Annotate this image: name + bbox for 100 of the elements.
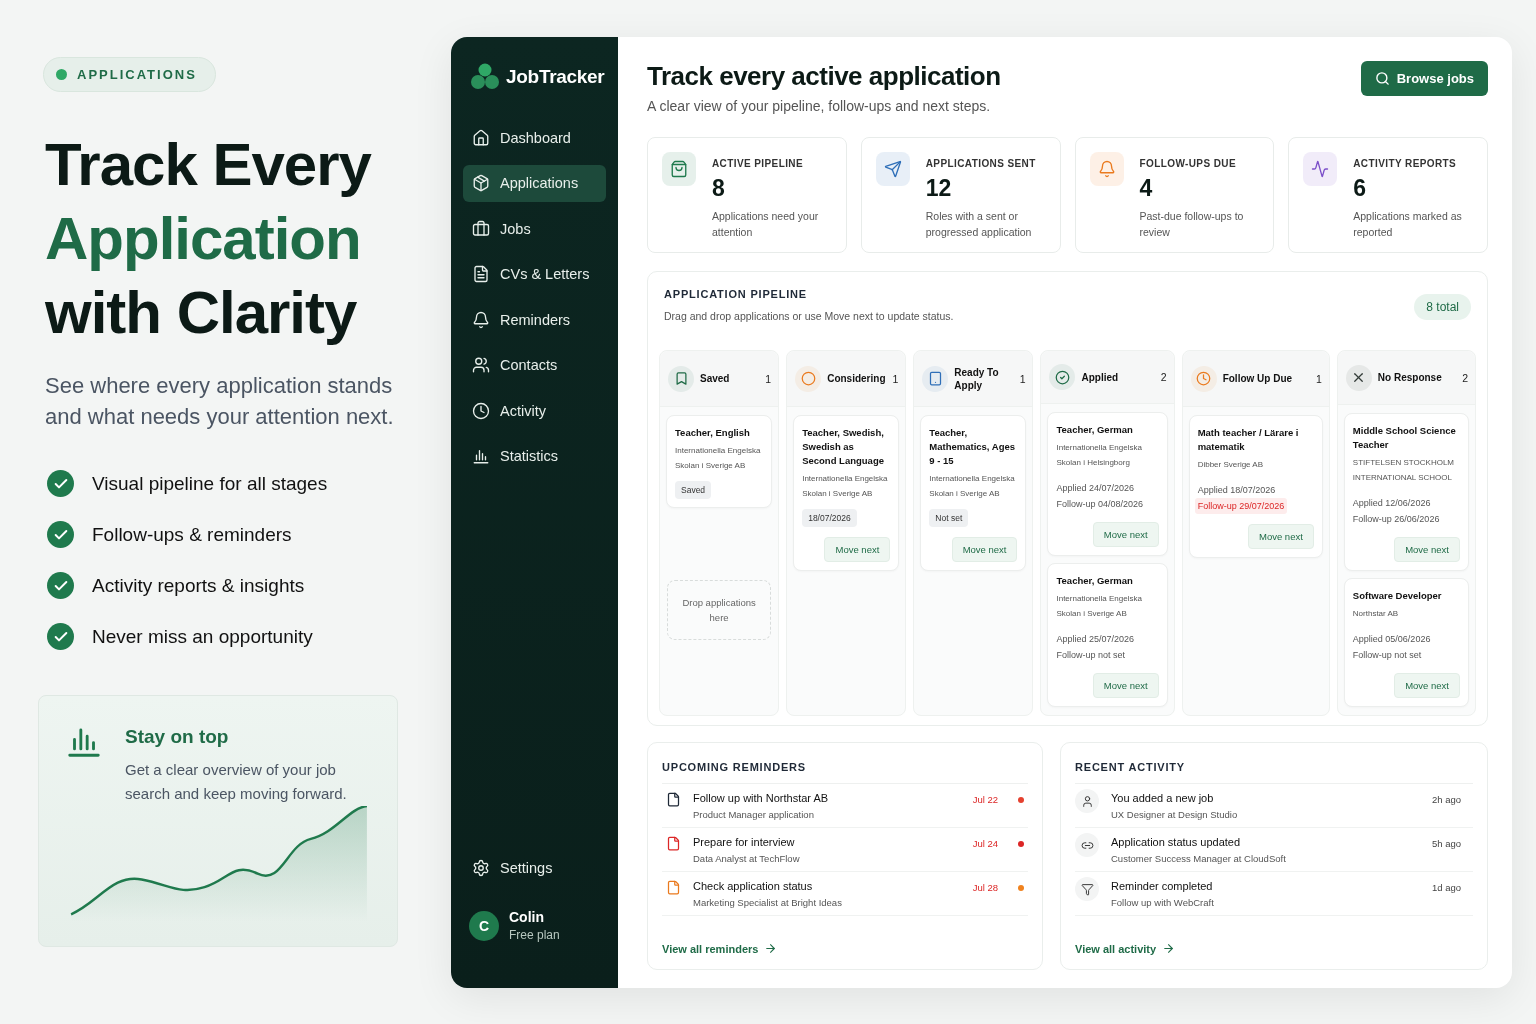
application-card[interactable]: Middle School Science Teacher STIFTELSEN STOCKHOLM INTERNATIONAL SCHOOL Applied 12/06/2026 Follow-up 26/06/2026 Move next [1343, 413, 1469, 571]
feature-text: Visual pipeline for all stages [92, 472, 328, 495]
package-icon [472, 174, 490, 192]
job-title: Teacher, German [1056, 574, 1133, 588]
home-icon [472, 128, 490, 147]
company-name: Internationella Engelska Skolan i Sverige AB [675, 445, 762, 472]
browse-jobs-button[interactable]: Browse jobs [1360, 61, 1488, 96]
move-next-button[interactable]: Move next [1394, 537, 1460, 562]
activity-subtitle: UX Designer at Design Studio [1111, 809, 1239, 820]
follow-up-date: Follow-up 04/08/2026 [1055, 498, 1145, 511]
reminder-subtitle: Product Manager application [693, 809, 815, 820]
activity-subtitle: Follow up with WebCraft [1111, 897, 1215, 908]
logo-icon [470, 62, 500, 92]
application-card[interactable]: Software Developer Northstar AB Applied 05/06/2026 Follow-up not set Move next [1343, 578, 1469, 707]
nav-item[interactable]: Dashboard [463, 119, 606, 156]
column-count: 2 [1462, 371, 1468, 384]
application-card[interactable]: Teacher, Mathematics, Ages 9 - 15 Internationella Engelska Skolan i Sverige AB Not set Move next [920, 415, 1027, 571]
job-title: Middle School Science Teacher [1352, 424, 1457, 452]
applied-date: Applied 12/06/2026 [1352, 497, 1431, 510]
person-icon [1080, 794, 1094, 808]
callout-text: Get a clear overview of your job search and keep moving forward. [125, 760, 348, 804]
section-badge: APPLICATIONS [43, 57, 216, 92]
hero-headline: Track Every Application with Clarity [45, 130, 371, 348]
bar-chart-icon [472, 447, 490, 465]
application-card[interactable]: Teacher, English Internationella Engelska Skolan i Sverige AB Saved [666, 415, 773, 508]
check-icon [47, 470, 74, 497]
reminder-date: Jul 24 [972, 838, 998, 849]
company-name: Internationella Engelska Skolan i Sverige AB [802, 473, 889, 500]
send-icon [883, 160, 902, 178]
status-tag: Not set [929, 509, 969, 527]
reminder-subtitle: Data Analyst at TechFlow [693, 853, 801, 864]
check-icon [47, 521, 74, 548]
nav-item[interactable]: Reminders [463, 301, 606, 338]
bell-icon [1097, 160, 1116, 178]
activity-title: Reminder completed [1111, 880, 1214, 892]
arrow-right-icon [764, 942, 778, 955]
move-next-button[interactable]: Move next [1248, 524, 1314, 549]
move-next-button[interactable]: Move next [951, 537, 1018, 562]
follow-up-date: Follow-up 29/07/2026 [1194, 498, 1288, 514]
stat-value: 4 [1139, 175, 1154, 202]
hero-lead: See where every application stands and what needs your attention next. [45, 372, 395, 431]
move-next-button[interactable]: Move next [1394, 673, 1460, 698]
application-card[interactable]: Math teacher / Lärare i matematik Dibber Sverige AB Applied 18/07/2026 Follow-up 29/07/2026 Move next [1188, 415, 1323, 558]
panel-title: UPCOMING REMINDERS [662, 761, 1028, 784]
applied-date: Applied 24/07/2026 [1056, 482, 1135, 495]
reminder-title: Check application status [693, 880, 814, 892]
activity-time: 1d ago [1431, 882, 1461, 893]
reminder-date: Jul 28 [972, 882, 998, 893]
nav-item[interactable]: Applications [463, 164, 606, 202]
activity-icon [1311, 160, 1330, 178]
user-avatar: C [469, 910, 499, 941]
move-next-button[interactable]: Move next [824, 537, 891, 562]
status-tag: Saved [675, 481, 712, 499]
panel-subtitle: Drag and drop applications or use Move next to update status. [664, 310, 954, 322]
view-all-link[interactable]: View all activity [1075, 942, 1176, 955]
stat-label: ACTIVITY REPORTS [1353, 158, 1458, 169]
company-name: Internationella Engelska Skolan i Helsingborg [1056, 442, 1143, 469]
page-title: Track every active application [647, 60, 1001, 92]
status-tag: 18/07/2026 [802, 509, 857, 527]
check-circle-icon [1054, 369, 1070, 385]
column-count: 1 [892, 372, 899, 385]
column-name: Applied [1081, 370, 1120, 384]
brand-name: JobTracker [506, 66, 605, 88]
user-name: Colin [509, 909, 545, 925]
bookmark-icon [673, 371, 689, 386]
nav-item[interactable]: Jobs [463, 210, 606, 247]
nav-item[interactable]: Statistics [463, 437, 606, 475]
feature-text: Follow-ups & reminders [92, 523, 292, 546]
document-icon [666, 880, 681, 895]
nav-item[interactable]: Contacts [463, 346, 606, 384]
application-card[interactable]: Teacher, Swedish, Swedish as Second Language Internationella Engelska Skolan i Sverige AB 18/07/2026 Move next [793, 415, 900, 571]
activity-title: Application status updated [1111, 836, 1242, 848]
company-name: STIFTELSEN STOCKHOLM INTERNATIONAL SCHOOL [1352, 457, 1456, 484]
nav-item[interactable]: Settings [463, 849, 606, 887]
drop-zone[interactable]: Drop applications here [667, 580, 772, 640]
bag-icon [670, 160, 688, 178]
company-name: Northstar AB [1352, 608, 1399, 620]
search-icon [1374, 71, 1390, 86]
stat-label: FOLLOW-UPS DUE [1139, 158, 1237, 169]
reminder-title: Prepare for interview [693, 836, 796, 848]
follow-up-date: Follow-up 26/06/2026 [1351, 513, 1441, 526]
application-card[interactable]: Teacher, German Internationella Engelska Skolan i Sverige AB Applied 25/07/2026 Follow-up not set Move next [1047, 563, 1168, 707]
column-name: Saved [700, 372, 731, 385]
feature-text: Never miss an opportunity [92, 625, 313, 648]
filter-icon [1080, 882, 1094, 896]
move-next-button[interactable]: Move next [1092, 673, 1159, 698]
document-icon [472, 265, 490, 283]
people-icon [472, 356, 490, 374]
activity-title: You added a new job [1111, 792, 1215, 804]
job-title: Math teacher / Lärare i matematik [1197, 426, 1300, 454]
nav-item[interactable]: CVs & Letters [463, 255, 606, 293]
document-icon [666, 792, 681, 807]
move-next-button[interactable]: Move next [1092, 522, 1159, 547]
job-title: Teacher, Mathematics, Ages 9 - 15 [929, 426, 1017, 468]
nav-item[interactable]: Activity [463, 392, 606, 429]
application-card[interactable]: Teacher, German Internationella Engelska Skolan i Helsingborg Applied 24/07/2026 Follow-up 04/08/2026 Move next [1047, 412, 1168, 556]
view-all-link[interactable]: View all reminders [662, 942, 778, 955]
column-name: Follow Up Due [1222, 372, 1294, 385]
page-subtitle: A clear view of your pipeline, follow-ups and next steps. [647, 98, 992, 114]
stat-label: ACTIVE PIPELINE [712, 158, 804, 169]
